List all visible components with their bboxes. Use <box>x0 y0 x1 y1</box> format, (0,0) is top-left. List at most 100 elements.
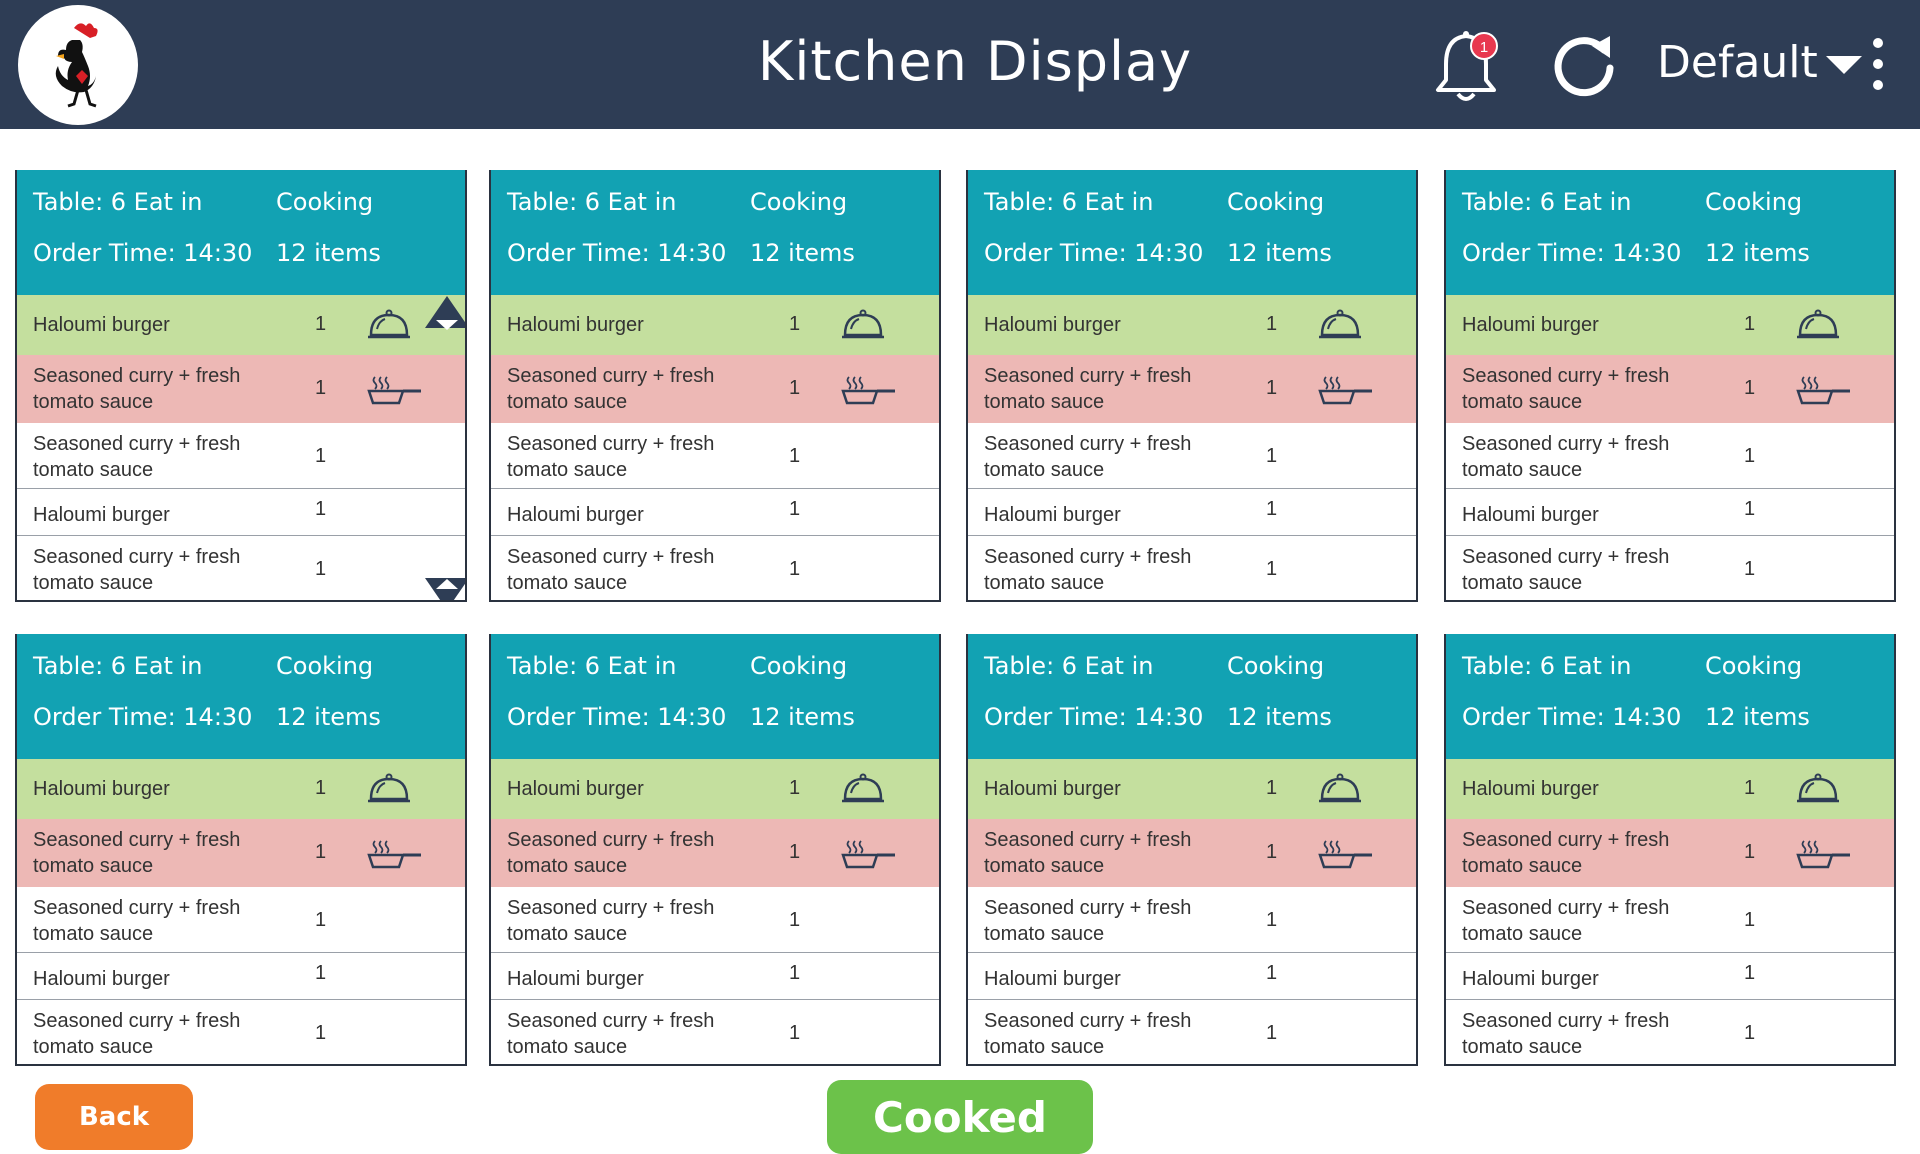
order-item-qty: 1 <box>1266 1022 1278 1044</box>
refresh-button[interactable] <box>1548 28 1620 100</box>
order-item-name: Seasoned curry + fresh tomato sauce <box>507 431 714 483</box>
order-item-row[interactable]: Seasoned curry + fresh tomato sauce 1 <box>968 1000 1416 1064</box>
order-item-row[interactable]: Haloumi burger 1 <box>17 489 465 536</box>
order-item-row[interactable]: Seasoned curry + fresh tomato sauce 1 <box>1446 536 1894 600</box>
order-item-row[interactable]: Haloumi burger 1 <box>968 295 1416 355</box>
item-name-line1: Seasoned curry + fresh <box>1462 546 1670 568</box>
order-item-row[interactable]: Haloumi burger 1 <box>491 953 939 1000</box>
order-item-row[interactable]: Haloumi burger 1 <box>968 759 1416 819</box>
notification-count: 1 <box>1480 39 1488 56</box>
order-item-qty: 1 <box>1744 445 1756 467</box>
order-item-name: Haloumi burger <box>1462 966 1599 992</box>
item-name-line2: tomato sauce <box>1462 855 1583 877</box>
cooked-button[interactable]: Cooked <box>827 1080 1093 1154</box>
item-name-line1: Seasoned curry + fresh <box>984 1010 1192 1032</box>
order-item-row[interactable]: Seasoned curry + fresh tomato sauce 1 <box>491 536 939 600</box>
order-card-2[interactable]: Table: 6 Eat in Cooking Order Time: 14:3… <box>489 170 941 602</box>
order-item-row[interactable]: Haloumi burger 1 <box>1446 489 1894 536</box>
order-item-qty: 1 <box>789 377 801 399</box>
item-name-line1: Haloumi burger <box>984 778 1121 800</box>
order-item-row[interactable]: Seasoned curry + fresh tomato sauce 1 <box>17 819 465 887</box>
order-item-row[interactable]: Haloumi burger 1 <box>968 953 1416 1000</box>
order-card-header: Table: 6 Eat in Cooking Order Time: 14:3… <box>491 170 939 295</box>
profile-dropdown[interactable]: Default <box>1657 34 1862 90</box>
order-card-header: Table: 6 Eat in Cooking Order Time: 14:3… <box>17 634 465 759</box>
frying-pan-icon <box>367 371 423 413</box>
order-item-row[interactable]: Seasoned curry + fresh tomato sauce 1 <box>968 536 1416 600</box>
order-status: Cooking <box>1705 652 1803 680</box>
order-card-7[interactable]: Table: 6 Eat in Cooking Order Time: 14:3… <box>966 634 1418 1066</box>
more-menu-icon[interactable] <box>1868 38 1888 90</box>
order-item-row[interactable]: Seasoned curry + fresh tomato sauce 1 <box>968 423 1416 489</box>
order-item-row[interactable]: Haloumi burger 1 <box>17 759 465 819</box>
notifications-button[interactable]: 1 <box>1432 26 1504 106</box>
order-item-row[interactable]: Haloumi burger 1 <box>1446 759 1894 819</box>
order-card-1[interactable]: Table: 6 Eat in Cooking Order Time: 14:3… <box>15 170 467 602</box>
order-item-row[interactable]: Haloumi burger 1 <box>968 489 1416 536</box>
order-item-row[interactable]: Seasoned curry + fresh tomato sauce 1 <box>491 1000 939 1064</box>
bell-icon: 1 <box>1436 31 1498 101</box>
order-item-row[interactable]: Seasoned curry + fresh tomato sauce 1 <box>1446 819 1894 887</box>
order-card-header: Table: 6 Eat in Cooking Order Time: 14:3… <box>17 170 465 295</box>
order-card-header: Table: 6 Eat in Cooking Order Time: 14:3… <box>491 634 939 759</box>
order-item-qty: 1 <box>789 1022 801 1044</box>
item-name-line2: tomato sauce <box>507 459 628 481</box>
order-item-row[interactable]: Seasoned curry + fresh tomato sauce 1 <box>968 819 1416 887</box>
order-item-row[interactable]: Seasoned curry + fresh tomato sauce 1 <box>1446 887 1894 953</box>
order-item-qty: 1 <box>1744 1022 1756 1044</box>
order-item-row[interactable]: Seasoned curry + fresh tomato sauce 1 <box>491 423 939 489</box>
order-item-row[interactable]: Seasoned curry + fresh tomato sauce 1 <box>17 423 465 489</box>
order-card-6[interactable]: Table: 6 Eat in Cooking Order Time: 14:3… <box>489 634 941 1066</box>
serving-cloche-icon <box>1318 309 1362 347</box>
order-item-row[interactable]: Seasoned curry + fresh tomato sauce 1 <box>17 1000 465 1064</box>
order-time: Order Time: 14:30 <box>33 239 253 267</box>
order-item-row[interactable]: Haloumi burger 1 <box>1446 953 1894 1000</box>
order-item-row[interactable]: Seasoned curry + fresh tomato sauce 1 <box>968 355 1416 423</box>
order-table-label: Table: 6 Eat in <box>33 188 203 216</box>
order-card-header: Table: 6 Eat in Cooking Order Time: 14:3… <box>968 170 1416 295</box>
item-name-line1: Seasoned curry + fresh <box>984 546 1192 568</box>
order-item-row[interactable]: Seasoned curry + fresh tomato sauce 1 <box>968 887 1416 953</box>
order-item-row[interactable]: Haloumi burger 1 <box>1446 295 1894 355</box>
order-item-row[interactable]: Seasoned curry + fresh tomato sauce 1 <box>17 355 465 423</box>
order-card-3[interactable]: Table: 6 Eat in Cooking Order Time: 14:3… <box>966 170 1418 602</box>
order-item-name: Haloumi burger <box>1462 502 1599 528</box>
frying-pan-icon <box>1318 835 1374 877</box>
order-item-row[interactable]: Seasoned curry + fresh tomato sauce 1 <box>17 887 465 953</box>
order-item-row[interactable]: Seasoned curry + fresh tomato sauce 1 <box>1446 355 1894 423</box>
order-item-row[interactable]: Haloumi burger 1 <box>491 759 939 819</box>
order-item-qty: 1 <box>1266 841 1278 863</box>
item-name-line1: Seasoned curry + fresh <box>33 433 241 455</box>
order-item-name: Haloumi burger <box>507 966 644 992</box>
order-item-name: Seasoned curry + fresh tomato sauce <box>33 363 240 415</box>
order-item-name: Haloumi burger <box>984 312 1121 338</box>
order-item-name: Haloumi burger <box>33 966 170 992</box>
order-item-row[interactable]: Haloumi burger 1 <box>491 295 939 355</box>
item-name-line1: Seasoned curry + fresh <box>507 1010 715 1032</box>
order-card-8[interactable]: Table: 6 Eat in Cooking Order Time: 14:3… <box>1444 634 1896 1066</box>
item-name-line1: Haloumi burger <box>1462 968 1599 990</box>
item-name-line1: Haloumi burger <box>33 314 170 336</box>
order-item-row[interactable]: Seasoned curry + fresh tomato sauce 1 <box>1446 1000 1894 1064</box>
item-name-line1: Haloumi burger <box>507 778 644 800</box>
order-item-row[interactable]: Haloumi burger 1 <box>17 295 465 355</box>
order-time: Order Time: 14:30 <box>984 239 1204 267</box>
item-name-line1: Seasoned curry + fresh <box>984 433 1192 455</box>
order-item-row[interactable]: Seasoned curry + fresh tomato sauce 1 <box>491 819 939 887</box>
order-item-row[interactable]: Haloumi burger 1 <box>17 953 465 1000</box>
order-item-qty: 1 <box>315 962 327 984</box>
order-item-qty: 1 <box>315 841 327 863</box>
order-item-row[interactable]: Seasoned curry + fresh tomato sauce 1 <box>491 887 939 953</box>
order-item-row[interactable]: Haloumi burger 1 <box>491 489 939 536</box>
order-item-qty: 1 <box>1744 313 1756 335</box>
order-item-qty: 1 <box>315 377 327 399</box>
order-item-row[interactable]: Seasoned curry + fresh tomato sauce 1 <box>17 536 465 600</box>
order-table-label: Table: 6 Eat in <box>507 652 677 680</box>
order-item-name: Haloumi burger <box>507 502 644 528</box>
order-item-name: Haloumi burger <box>507 312 644 338</box>
order-item-row[interactable]: Seasoned curry + fresh tomato sauce 1 <box>1446 423 1894 489</box>
order-item-row[interactable]: Seasoned curry + fresh tomato sauce 1 <box>491 355 939 423</box>
order-card-5[interactable]: Table: 6 Eat in Cooking Order Time: 14:3… <box>15 634 467 1066</box>
back-button[interactable]: Back <box>35 1084 193 1150</box>
order-card-4[interactable]: Table: 6 Eat in Cooking Order Time: 14:3… <box>1444 170 1896 602</box>
